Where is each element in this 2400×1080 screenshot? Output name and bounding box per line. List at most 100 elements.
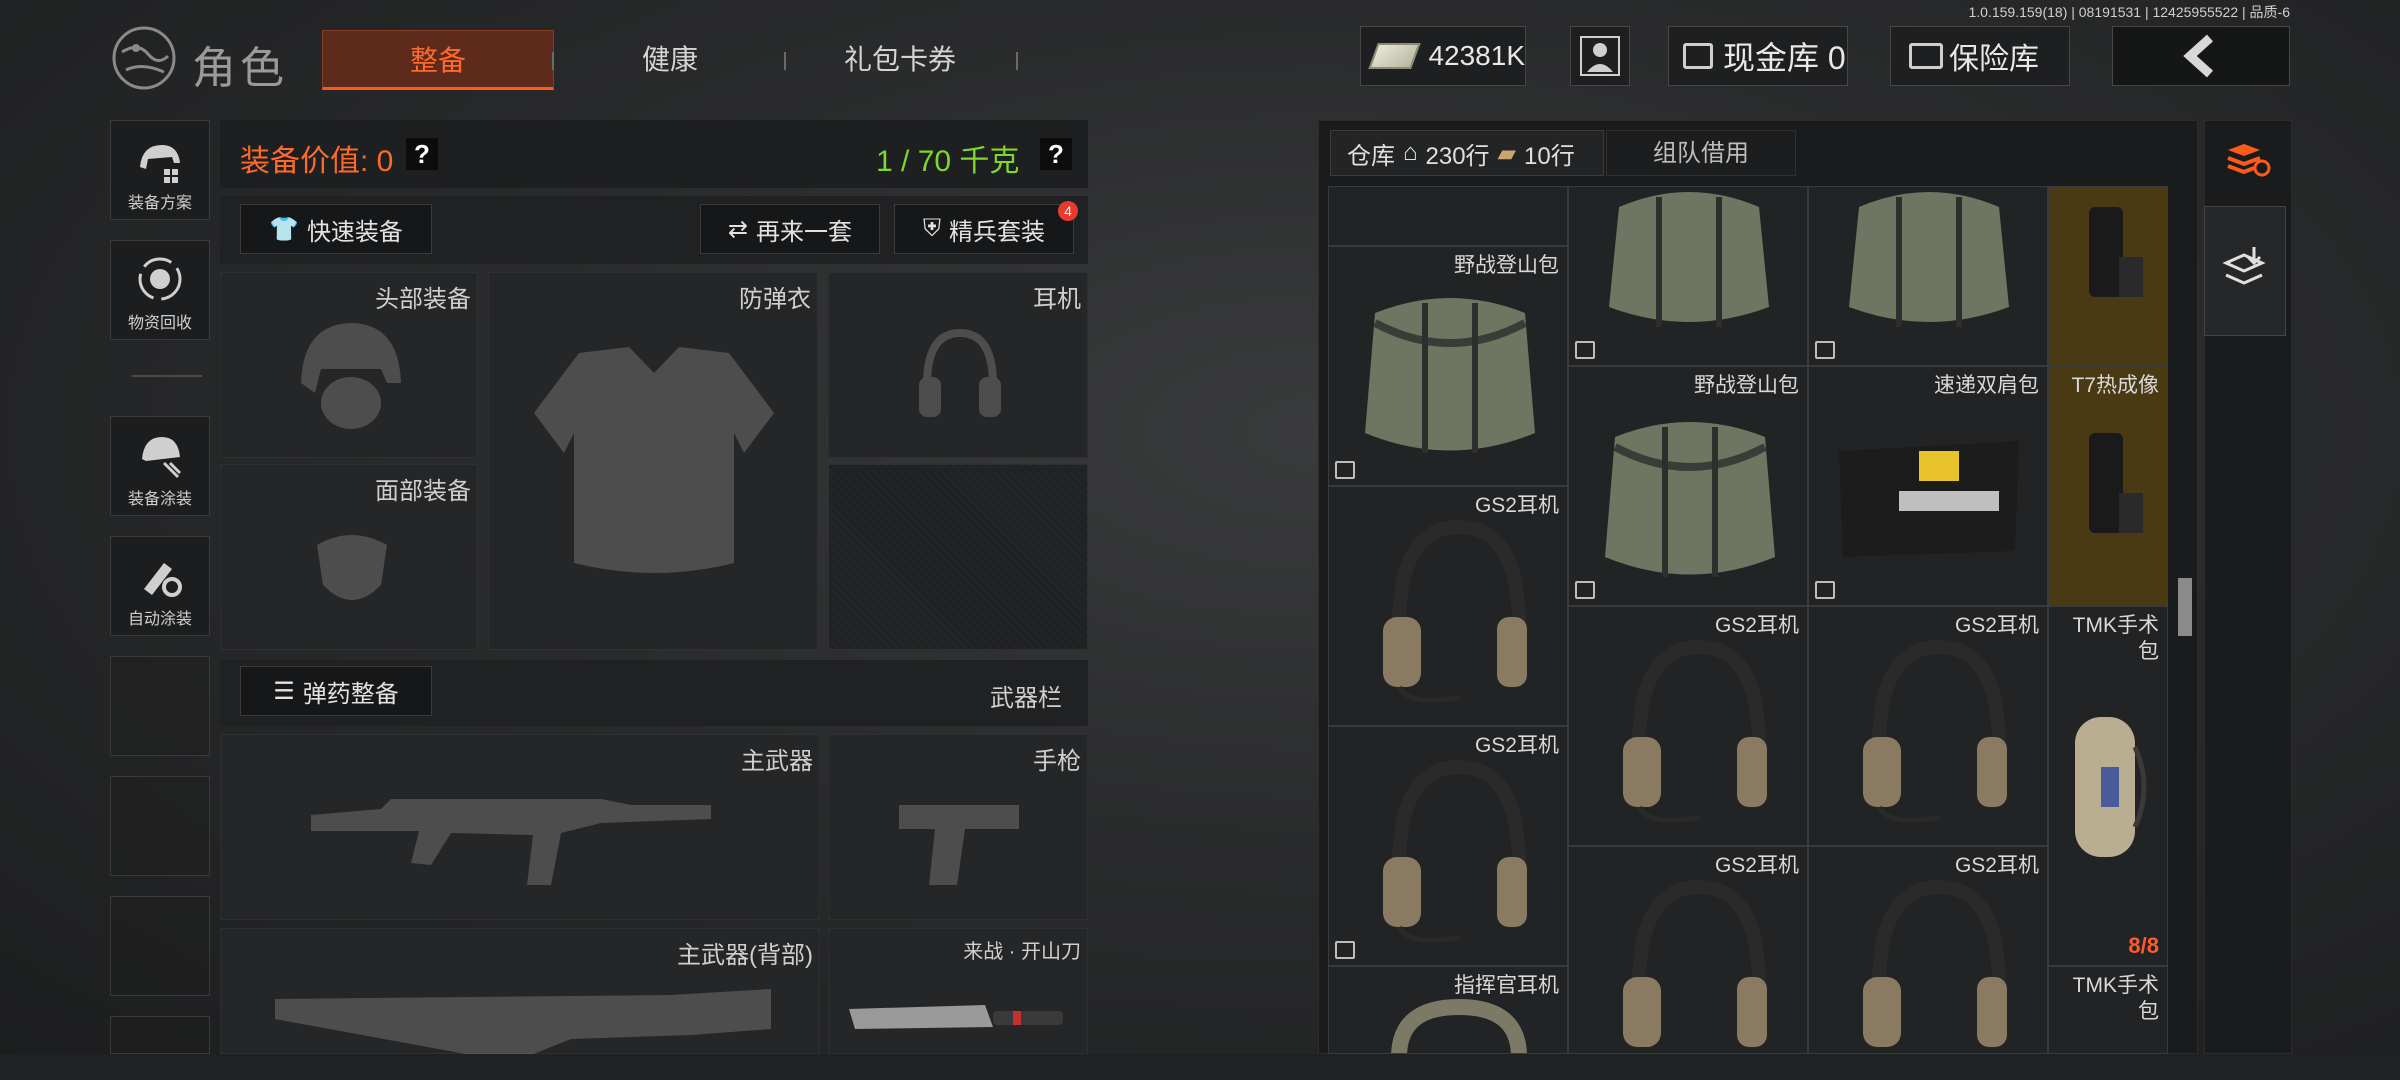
tab-divider (552, 52, 554, 70)
tab-gift-vouchers[interactable]: 礼包卡券 (800, 30, 1000, 90)
warehouse-item[interactable]: GS2耳机 (1328, 726, 1568, 966)
recycle-icon (138, 257, 182, 301)
sidebar-item-loadout[interactable]: 装备方案 (110, 120, 210, 220)
warehouse-item[interactable]: GS2耳机 (1568, 846, 1808, 1054)
shirt-icon: 👕 (269, 215, 299, 243)
warehouse-item[interactable] (1808, 186, 2048, 366)
weight-help-button[interactable]: ? (1040, 138, 1072, 170)
warehouse-item[interactable]: TMK手术包 (2048, 966, 2168, 1054)
repeat-loadout-button[interactable]: ⇄ 再来一套 (700, 204, 880, 254)
sidebar-item-label: 自动涂装 (127, 611, 192, 628)
headset-icon (1623, 639, 1767, 823)
notification-badge: 4 (1058, 201, 1078, 221)
cash-vault-button[interactable]: 现金库 0 (1668, 26, 1848, 86)
bottom-strip (0, 1054, 2400, 1080)
warehouse-item[interactable]: GS2耳机 (1328, 486, 1568, 726)
home-icon: ⌂ (1403, 139, 1418, 166)
sidebar-item-label: 装备方案 (127, 195, 192, 212)
headset-icon (1383, 759, 1527, 943)
sidebar-empty-slot (110, 776, 210, 876)
safe-vault-button[interactable]: 保险库 (1890, 26, 2070, 86)
sort-button[interactable] (2214, 130, 2282, 190)
warehouse-item[interactable]: GS2耳机 (1808, 606, 2048, 846)
sidebar-item-auto-skin[interactable]: 自动涂装 (110, 536, 210, 636)
elite-kit-label: 精兵套装 (949, 218, 1045, 246)
currency-amount: 42381K (1428, 40, 1525, 71)
helmet-silhouette-icon (301, 323, 401, 429)
stack-refresh-icon (2227, 144, 2271, 177)
operator-button[interactable] (1570, 26, 1630, 86)
warehouse-item[interactable] (1328, 186, 1568, 246)
tag-icon (1815, 341, 1835, 359)
item-name: GS2耳机 (1954, 614, 2039, 637)
slot-head[interactable]: 头部装备 (220, 272, 478, 458)
tab-equip[interactable]: 整备 (322, 30, 554, 90)
warehouse-item[interactable]: T7热成像 (2048, 366, 2168, 606)
ammo-prep-button[interactable]: ☰ 弹药整备 (240, 666, 432, 716)
safe-vault-label: 保险库 (1949, 43, 2039, 76)
tab-team-borrow[interactable]: 组队借用 (1606, 130, 1796, 176)
item-name: TMK手术包 (2072, 974, 2159, 1023)
slot-headset[interactable]: 耳机 (828, 272, 1088, 458)
thermal-scope-icon (2089, 433, 2143, 533)
quick-equip-button[interactable]: 👕 快速装备 (240, 204, 432, 254)
refresh-icon: ⇄ (727, 215, 749, 243)
warehouse-item[interactable]: 野战登山包 (1568, 366, 1808, 606)
elite-kit-button[interactable]: ⛨ 精兵套装 (894, 204, 1074, 254)
pistol-silhouette-icon (899, 805, 1019, 885)
globe-logo-icon (108, 22, 180, 94)
item-name: GS2耳机 (1474, 494, 1559, 517)
item-name: GS2耳机 (1714, 614, 1799, 637)
tag-icon (1335, 461, 1355, 479)
headset-silhouette-icon (919, 328, 1001, 417)
sidebar-item-label: 装备涂装 (127, 491, 192, 508)
helmet-paint-icon (142, 437, 182, 479)
currency-display[interactable]: 42381K (1360, 26, 1526, 86)
headset-icon (1863, 879, 2007, 1047)
headset-icon (1623, 879, 1767, 1047)
warehouse-item[interactable]: GS2耳机 (1568, 606, 1808, 846)
slot-locked (828, 464, 1088, 650)
item-name: GS2耳机 (1714, 854, 1799, 877)
slot-melee[interactable]: 来战 · 开山刀 (828, 928, 1088, 1054)
warehouse-scrollbar[interactable] (2178, 578, 2192, 636)
slot-label: 来战 · 开山刀 (963, 941, 1081, 963)
warehouse-item[interactable]: 指挥官耳机 (1328, 966, 1568, 1054)
warehouse-item[interactable] (1568, 186, 1808, 366)
slot-label: 面部装备 (375, 478, 471, 505)
stack-download-icon (2222, 247, 2266, 285)
slot-armor[interactable]: 防弹衣 (488, 272, 818, 650)
warehouse-label: 仓库 (1347, 142, 1395, 170)
slot-label: 头部装备 (375, 286, 471, 313)
back-button[interactable] (2112, 26, 2290, 86)
value-help-button[interactable]: ? (406, 138, 438, 170)
warehouse-item[interactable]: GS2耳机 (1808, 846, 2048, 1054)
ammo-prep-label: 弹药整备 (302, 680, 399, 708)
warehouse-item[interactable]: 速递双肩包 (1808, 366, 2048, 606)
quick-stash-button[interactable] (2204, 206, 2286, 336)
warehouse-item[interactable]: 野战登山包 (1328, 246, 1568, 486)
sidebar-empty-slot (110, 1016, 210, 1054)
sidebar-empty-slot (110, 896, 210, 996)
sidebar-divider (132, 375, 202, 377)
medkit-icon (2075, 717, 2147, 857)
slot-primary-weapon[interactable]: 主武器 (220, 734, 820, 920)
sidebar-item-skin[interactable]: 装备涂装 (110, 416, 210, 516)
weight-readout: 1 / 70 千克 (876, 145, 1020, 178)
equipment-value: 装备价值: 0 (240, 145, 394, 178)
warehouse-item[interactable]: TMK手术包 8/8 (2048, 606, 2168, 966)
slot-label: 耳机 (1033, 286, 1081, 313)
item-name: 野战登山包 (1454, 254, 1559, 277)
machete-icon (849, 1005, 1063, 1029)
slot-primary-weapon-back[interactable]: 主武器(背部) (220, 928, 820, 1055)
warehouse-item[interactable] (2048, 186, 2168, 366)
slot-face[interactable]: 面部装备 (220, 464, 478, 650)
mask-silhouette-icon (317, 535, 387, 600)
sidebar-empty-slot (110, 656, 210, 756)
warehouse-tab[interactable]: 仓库 ⌂ 230行 ▰ 10行 (1330, 130, 1604, 176)
slot-pistol[interactable]: 手枪 (828, 734, 1088, 920)
tab-health[interactable]: 健康 (580, 30, 760, 90)
slot-label: 防弹衣 (739, 286, 811, 313)
helmet-grid-icon (140, 145, 180, 183)
sidebar-item-recycle[interactable]: 物资回收 (110, 240, 210, 340)
